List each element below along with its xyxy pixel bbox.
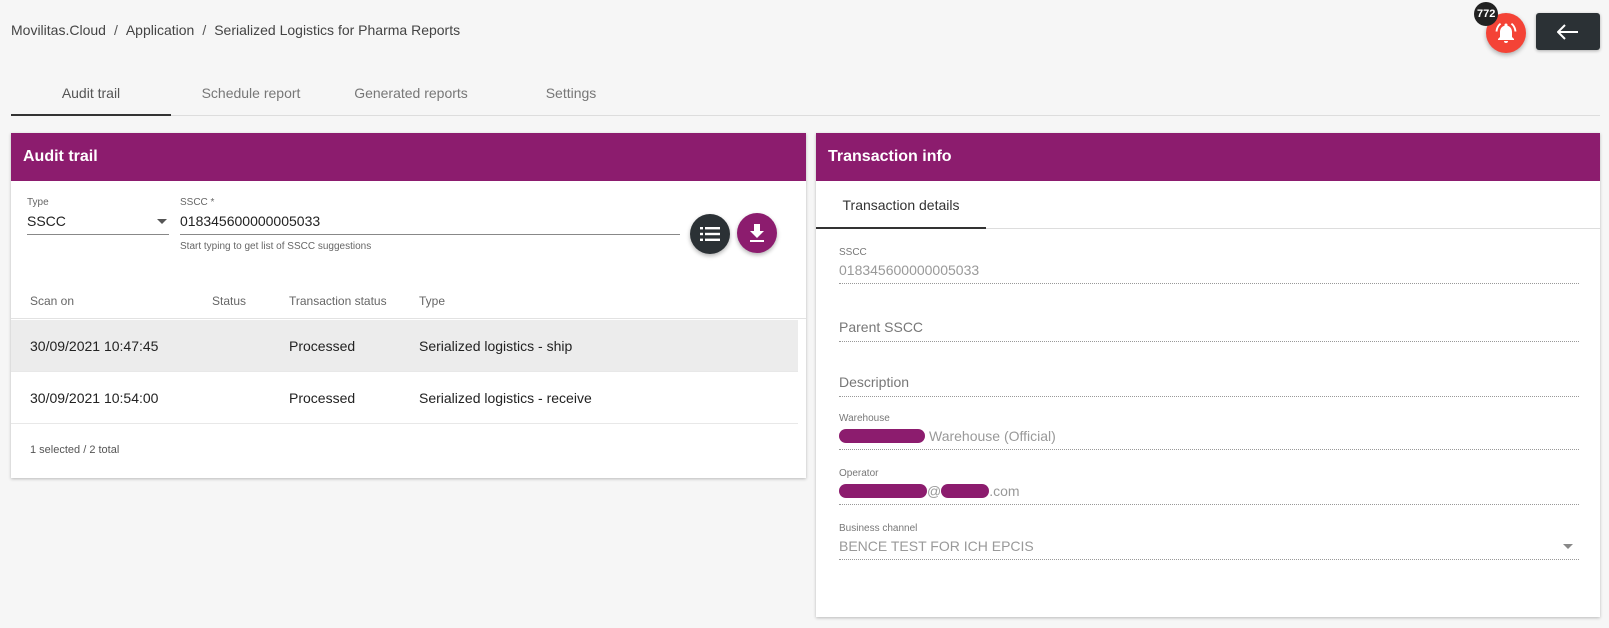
back-button[interactable] [1536, 13, 1600, 50]
cell-type: Serialized logistics - ship [419, 337, 573, 354]
type-select-field: Type SSCC [27, 197, 169, 235]
operator-domain: .com [989, 483, 1020, 499]
cell-scan-on: 30/09/2021 10:54:00 [30, 389, 159, 406]
business-channel-value: BENCE TEST FOR ICH EPCIS [839, 538, 1034, 554]
warehouse-field: Warehouse Warehouse (Official) [839, 413, 1579, 450]
tab-settings[interactable]: Settings [491, 74, 651, 115]
parent-sscc-label: Parent SSCC [839, 319, 924, 335]
parent-sscc-field: Parent SSCC [839, 319, 1579, 342]
breadcrumb-separator: / [202, 22, 207, 38]
column-type[interactable]: Type [419, 294, 806, 308]
warehouse-name: Warehouse (Official) [929, 428, 1056, 444]
redacted-mark [839, 484, 927, 498]
sscc-display-field: SSCC 018345600000005033 [839, 247, 1579, 284]
list-icon [700, 227, 720, 241]
selection-summary: 1 selected / 2 total [30, 444, 120, 456]
transaction-tabs: Transaction details [816, 181, 1600, 229]
bell-alert-icon [1495, 23, 1517, 43]
sscc-display-label: SSCC [839, 247, 867, 258]
operator-value: @ .com [839, 483, 1579, 504]
type-label: Type [27, 197, 49, 208]
cell-transaction-status: Processed [289, 337, 356, 354]
sscc-input[interactable]: 018345600000005033 [180, 213, 680, 235]
main-tabs: Audit trail Schedule report Generated re… [11, 74, 1600, 116]
type-select-value: SSCC [27, 213, 66, 229]
breadcrumb: Movilitas.Cloud / Application / Serializ… [11, 22, 460, 38]
cell-transaction-status: Processed [289, 389, 356, 406]
column-status[interactable]: Status [212, 294, 289, 308]
chevron-down-icon [1563, 543, 1573, 549]
redacted-mark [839, 429, 925, 443]
breadcrumb-root[interactable]: Movilitas.Cloud [11, 22, 106, 38]
business-channel-label: Business channel [839, 523, 918, 534]
audit-trail-title: Audit trail [11, 133, 806, 181]
redacted-mark [941, 484, 990, 498]
transaction-info-card: Transaction info Transaction details SSC… [816, 133, 1600, 617]
description-label: Description [839, 374, 910, 390]
operator-at: @ [927, 483, 942, 499]
business-channel-select[interactable]: BENCE TEST FOR ICH EPCIS [839, 538, 1579, 559]
breadcrumb-page: Serialized Logistics for Pharma Reports [214, 22, 461, 38]
operator-label: Operator [839, 468, 879, 479]
table-row[interactable]: 30/09/2021 10:54:00 Processed Serialized… [11, 372, 798, 424]
cell-scan-on: 30/09/2021 10:47:45 [30, 337, 159, 354]
column-transaction-status[interactable]: Transaction status [289, 294, 419, 308]
transaction-info-title: Transaction info [816, 133, 1600, 181]
chevron-down-icon [157, 218, 167, 224]
operator-field: Operator @ .com [839, 468, 1579, 505]
tab-generated-reports[interactable]: Generated reports [331, 74, 491, 115]
column-scan-on[interactable]: Scan on [11, 294, 212, 308]
business-channel-field[interactable]: Business channel BENCE TEST FOR ICH EPCI… [839, 523, 1579, 560]
tab-transaction-details[interactable]: Transaction details [816, 181, 986, 229]
tab-schedule-report[interactable]: Schedule report [171, 74, 331, 115]
download-button[interactable] [737, 213, 777, 253]
arrow-left-icon [1557, 23, 1578, 40]
type-select[interactable]: SSCC [27, 213, 169, 235]
sscc-display-value: 018345600000005033 [839, 262, 980, 278]
list-button[interactable] [690, 214, 730, 254]
warehouse-label: Warehouse [839, 413, 890, 424]
tab-audit-trail[interactable]: Audit trail [11, 74, 171, 116]
sscc-hint: Start typing to get list of SSCC suggest… [180, 241, 372, 252]
warehouse-value: Warehouse (Official) [839, 428, 1579, 449]
sscc-field: SSCC * 018345600000005033 Start typing t… [180, 197, 680, 252]
download-icon [750, 224, 764, 242]
cell-type: Serialized logistics - receive [419, 389, 592, 406]
breadcrumb-separator: / [113, 22, 118, 38]
audit-trail-card: Audit trail Type SSCC SSCC * 01834560000… [11, 133, 806, 478]
table-row[interactable]: 30/09/2021 10:47:45 Processed Serialized… [11, 320, 798, 372]
table-header: Scan on Status Transaction status Type [11, 283, 806, 319]
sscc-label: SSCC * [180, 197, 215, 208]
breadcrumb-app[interactable]: Application [126, 22, 195, 38]
description-field: Description [839, 374, 1579, 397]
